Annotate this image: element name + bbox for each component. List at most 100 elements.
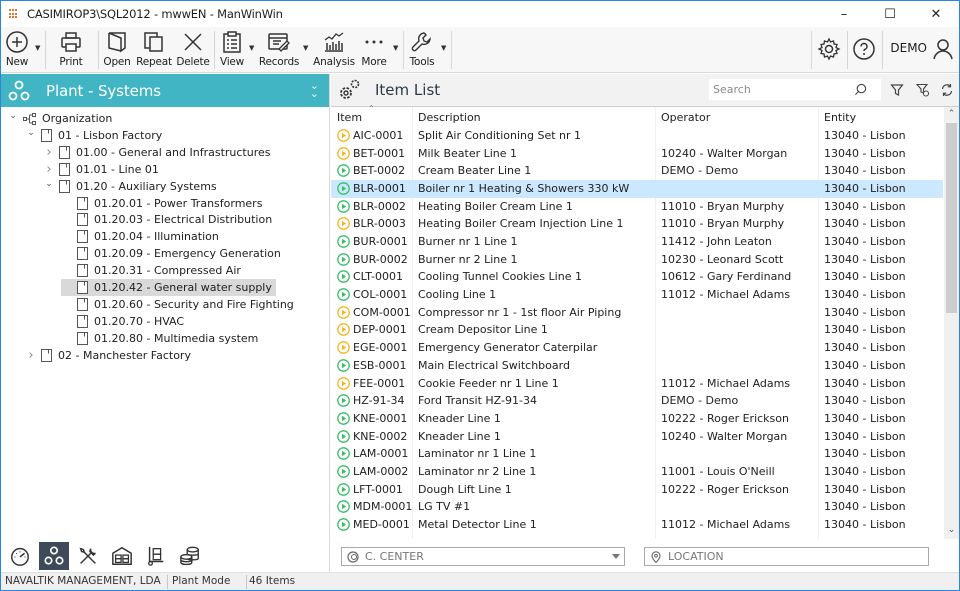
table-row[interactable]: CLT-0001 Cooling Tunnel Cookies Line 1 106… [331, 268, 943, 286]
module-plant-button[interactable] [39, 541, 69, 570]
table-row[interactable]: BLR-0003 Heating Boiler Cream Injection L… [331, 215, 943, 233]
chevron-down-icon[interactable]: ⌄ [25, 128, 37, 138]
table-row[interactable]: BLR-0002 Heating Boiler Cream Line 1 11010… [331, 198, 943, 216]
table-row[interactable]: AIC-0001 Split Air Conditioning Set nr 1 1… [331, 127, 943, 145]
table-row[interactable]: MDM-0001 LG TV #1 13040 - Lisbon [331, 498, 943, 516]
tree-node[interactable]: › 01.01 - Line 01 [43, 161, 159, 178]
table-row[interactable]: KNE-0002 Kneader Line 1 10240 - Walter Mor… [331, 428, 943, 446]
records-dropdown-caret[interactable]: ▼ [303, 44, 308, 52]
refresh-button[interactable] [939, 82, 955, 98]
new-button[interactable]: New [3, 29, 31, 71]
tree-node-label: 01.01 - Line 01 [76, 162, 159, 176]
table-row[interactable]: ESB-0001 Main Electrical Switchboard 13040… [331, 357, 943, 375]
records-button[interactable]: Records [259, 29, 299, 71]
table-row[interactable]: LAM-0002 Laminator nr 2 Line 1 11001 - Lou… [331, 463, 943, 481]
print-button[interactable]: Print [55, 29, 87, 71]
tree-node[interactable]: 01.20.09 - Emergency Generation [61, 245, 281, 262]
scrollbar-thumb[interactable] [946, 123, 957, 313]
more-button[interactable]: More [360, 29, 388, 71]
tree-node[interactable]: 01.20.70 - HVAC [61, 313, 184, 330]
tree-node[interactable]: 01.20.42 - General water supply [61, 279, 276, 296]
document-icon [77, 230, 88, 244]
chevron-down-icon[interactable] [612, 554, 620, 559]
tree-node[interactable]: › 01.00 - General and Infrastructures [43, 144, 270, 161]
cell-entity: 13040 - Lisbon [824, 429, 906, 443]
tree-node[interactable]: ⌄ Organization [7, 110, 112, 127]
table-row[interactable]: MED-0001 Metal Detector Line 1 11012 - Mic… [331, 516, 943, 534]
tree-node[interactable]: ⌄ 01 - Lisbon Factory [25, 127, 162, 144]
tree-node[interactable]: 01.20.03 - Electrical Distribution [61, 211, 272, 228]
location-field[interactable]: LOCATION [644, 547, 929, 566]
scroll-up-icon[interactable]: ⌃ [944, 109, 959, 123]
table-row[interactable]: BET-0001 Milk Beater Line 1 10240 - Walter… [331, 145, 943, 163]
column-header-description[interactable]: Description [418, 111, 481, 124]
analysis-label: Analysis [313, 56, 355, 68]
chevron-right-icon[interactable]: › [43, 145, 55, 160]
view-button[interactable]: View [218, 29, 246, 71]
open-button[interactable]: Open [103, 29, 131, 71]
cost-center-select[interactable]: C. CENTER [341, 547, 625, 566]
module-costs-button[interactable] [175, 542, 205, 570]
vertical-scrollbar[interactable]: ⌃ ⌄ [944, 107, 959, 539]
table-row[interactable]: DEP-0001 Cream Depositor Line 1 13040 - Li… [331, 321, 943, 339]
module-warehouse-button[interactable] [107, 542, 137, 570]
table-row[interactable]: BLR-0001 Boiler nr 1 Heating & Showers 33… [331, 180, 943, 198]
delete-button[interactable]: Delete [176, 29, 210, 71]
view-dropdown-caret[interactable]: ▼ [249, 44, 254, 52]
tools-button[interactable]: Tools [408, 29, 436, 71]
table-row[interactable]: LAM-0001 Laminator nr 1 Line 1 13040 - Lis… [331, 445, 943, 463]
settings-button[interactable] [816, 36, 842, 78]
tools-dropdown-caret[interactable]: ▼ [441, 44, 446, 52]
collapse-panel-icon[interactable]: ⌄ ⌄ [310, 80, 319, 99]
scroll-down-icon[interactable]: ⌄ [944, 525, 959, 539]
table-row[interactable]: HZ-91-34 Ford Transit HZ-91-34 DEMO - Demo… [331, 392, 943, 410]
chevron-down-icon[interactable]: ⌄ [7, 111, 19, 121]
tree-node[interactable]: 01.20.31 - Compressed Air [61, 262, 241, 279]
maximize-button[interactable]: ☐ [867, 1, 913, 27]
column-header-item[interactable]: Item [337, 111, 362, 124]
user-button[interactable] [931, 36, 955, 78]
table-row[interactable]: FEE-0001 Cookie Feeder nr 1 Line 1 11012 -… [331, 375, 943, 393]
tools-icon [79, 547, 96, 564]
filter-button[interactable] [889, 82, 905, 98]
module-dashboard-button[interactable] [5, 542, 35, 570]
filter-icon [890, 84, 904, 96]
table-row[interactable]: KNE-0001 Kneader Line 1 10222 - Roger Eric… [331, 410, 943, 428]
table-row[interactable]: BUR-0002 Burner nr 2 Line 1 10230 - Leonar… [331, 251, 943, 269]
module-purchasing-button[interactable] [141, 542, 171, 570]
analysis-button[interactable]: Analysis [313, 29, 355, 71]
module-maintenance-button[interactable] [73, 542, 103, 570]
cell-entity: 13040 - Lisbon [824, 199, 906, 213]
chevron-right-icon[interactable]: › [43, 162, 55, 177]
tree-node[interactable]: › 02 - Manchester Factory [25, 347, 191, 364]
org-chart-icon [23, 112, 36, 125]
table-row[interactable]: BET-0002 Cream Beater Line 1 DEMO - Demo 13… [331, 162, 943, 180]
user-icon [933, 39, 953, 60]
table-row[interactable]: COL-0001 Cooling Line 1 11012 - Michael Ad… [331, 286, 943, 304]
more-dropdown-caret[interactable]: ▼ [393, 44, 398, 52]
tree-node-label: 01.20.03 - Electrical Distribution [94, 213, 273, 227]
tree-node[interactable]: 01.20.60 - Security and Fire Fighting [61, 296, 294, 313]
table-row[interactable]: LFT-0001 Dough Lift Line 1 10222 - Roger E… [331, 481, 943, 499]
chevron-down-icon[interactable]: ⌄ [43, 179, 55, 189]
column-header-operator[interactable]: Operator [661, 111, 710, 124]
user-name[interactable]: DEMO [890, 41, 927, 55]
search-input[interactable] [709, 83, 854, 96]
close-button[interactable]: ✕ [913, 1, 959, 27]
tree-node[interactable]: 01.20.04 - Illumination [61, 228, 219, 245]
tree-node[interactable]: 01.20.01 - Power Transformers [61, 195, 262, 212]
tree-node[interactable]: 01.20.80 - Multimedia system [61, 330, 258, 347]
chevron-right-icon[interactable]: › [25, 348, 37, 363]
minimize-button[interactable]: – [821, 1, 867, 27]
help-button[interactable] [851, 36, 877, 78]
cell-item: LAM-0001 [353, 447, 409, 461]
new-dropdown-caret[interactable]: ▼ [35, 44, 40, 52]
clear-filter-button[interactable] [915, 82, 931, 98]
table-row[interactable]: COM-0001 Compressor nr 1 - 1st floor Air … [331, 304, 943, 322]
tree-node[interactable]: ⌄ 01.20 - Auxiliary Systems [43, 178, 217, 195]
column-header-entity[interactable]: Entity [824, 111, 856, 124]
table-row[interactable]: EGE-0001 Emergency Generator Caterpilar 13… [331, 339, 943, 357]
search-icon[interactable] [854, 83, 867, 96]
table-row[interactable]: BUR-0001 Burner nr 1 Line 1 11412 - John L… [331, 233, 943, 251]
repeat-button[interactable]: Repeat [136, 29, 172, 71]
